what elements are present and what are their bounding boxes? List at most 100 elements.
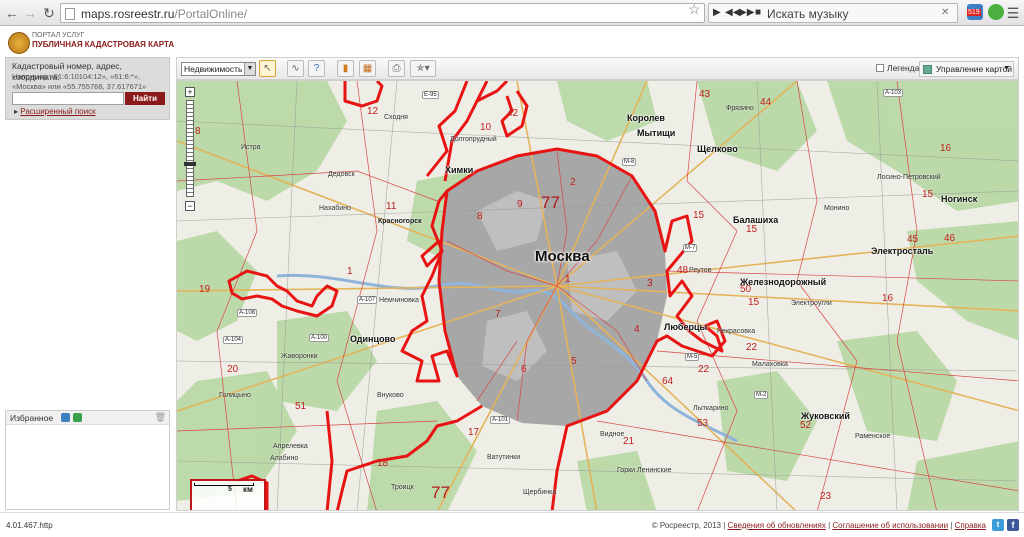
- city-label: Щелково: [697, 144, 738, 154]
- map-control-dropdown[interactable]: Управление картой ▼: [919, 61, 1014, 77]
- town-label: Ватутинки: [487, 454, 521, 461]
- region-number: 5: [571, 356, 577, 367]
- region-number: 11: [386, 201, 397, 212]
- advanced-search-link[interactable]: ▸ Расширенный поиск: [14, 107, 96, 116]
- updates-link[interactable]: Сведения об обновлениях: [728, 521, 826, 530]
- find-button[interactable]: Найти: [125, 92, 165, 105]
- region-number: 20: [227, 364, 239, 375]
- town-label: Голицыно: [219, 392, 251, 399]
- info-icon[interactable]: ?: [308, 60, 325, 77]
- region-number: 23: [820, 491, 832, 502]
- region-number: 48: [677, 265, 689, 276]
- region-number: 12: [367, 106, 379, 117]
- city-label: Люберцы: [664, 322, 708, 332]
- town-label: Щербинка: [523, 489, 557, 496]
- building-icon[interactable]: ▦: [359, 60, 376, 77]
- zoom-slider-track[interactable]: [186, 100, 194, 197]
- twitter-icon[interactable]: t: [992, 519, 1004, 531]
- zoom-control[interactable]: + −: [184, 87, 197, 212]
- zoom-out-button[interactable]: −: [185, 201, 195, 211]
- portal-label: ПОРТАЛ УСЛУГ: [32, 32, 85, 39]
- left-panel: Кадастровый номер, адрес, координата: На…: [5, 57, 170, 512]
- region-number: 15: [746, 224, 758, 235]
- fast-forward-icon[interactable]: ▶▶: [739, 7, 754, 18]
- town-label: Сходня: [384, 114, 408, 121]
- highway-label: M-7: [683, 244, 698, 252]
- page-title[interactable]: ПУБЛИЧНАЯ КАДАСТРОВАЯ КАРТА: [32, 40, 174, 49]
- select-tool-icon[interactable]: ↖: [259, 60, 276, 77]
- facebook-icon[interactable]: f: [1007, 519, 1019, 531]
- town-label: Истра: [241, 144, 261, 151]
- agreement-link[interactable]: Соглашение об использовании: [832, 521, 948, 530]
- layer-select[interactable]: Недвижимость ▼: [181, 62, 256, 76]
- highway-label: E-95: [422, 91, 439, 99]
- measure-icon[interactable]: ∿: [287, 60, 304, 77]
- region-number: 9: [517, 199, 523, 210]
- city-label: Электросталь: [871, 246, 934, 256]
- legend-toggle[interactable]: Легенда: [876, 63, 919, 73]
- zoom-slider-knob[interactable]: [184, 162, 196, 166]
- zoom-in-button[interactable]: +: [185, 87, 195, 97]
- chevron-down-icon[interactable]: ▼: [1003, 62, 1010, 76]
- trash-icon[interactable]: 🗑: [155, 412, 166, 423]
- region-number: 64: [662, 376, 674, 387]
- region-number: 15: [693, 210, 705, 221]
- city-label: Мытищи: [637, 128, 676, 138]
- region-number: 10: [480, 122, 492, 133]
- town-label: Жаворонки: [281, 353, 318, 360]
- url-domain: maps.rosreestr.ru: [81, 7, 175, 21]
- chevron-down-icon[interactable]: ▼: [244, 63, 255, 75]
- highway-label: A-101: [490, 416, 511, 424]
- speaker-icon[interactable]: ■: [755, 7, 761, 18]
- highway-label: M-8: [622, 158, 637, 166]
- legend-checkbox[interactable]: [876, 64, 884, 72]
- help-link[interactable]: Справка: [955, 521, 986, 530]
- region-number: 53: [697, 418, 709, 429]
- bookmark-star-icon[interactable]: ☆: [688, 1, 701, 18]
- print-icon[interactable]: ⎙: [388, 60, 405, 77]
- town-label: Апрелевка: [273, 443, 308, 450]
- map-label-77: 77: [541, 193, 560, 212]
- back-icon[interactable]: ←: [3, 4, 21, 22]
- address-bar[interactable]: maps.rosreestr.ru/PortalOnline/: [60, 3, 705, 23]
- chart-icon[interactable]: ▮: [337, 60, 354, 77]
- version-label: 4.01.467.http: [6, 521, 53, 530]
- region-number: 46: [944, 233, 956, 244]
- extension-badge-icon[interactable]: 519: [967, 4, 983, 20]
- favorites-add-icon[interactable]: [61, 413, 70, 422]
- favorites-header: Избранное 🗑: [6, 411, 169, 425]
- extension-icon[interactable]: [988, 4, 1004, 20]
- music-search-bar[interactable]: ▶ ◀◀ ▶▶ ■ Искать музыку ✕: [708, 3, 958, 23]
- highway-label: A-103: [883, 89, 904, 97]
- region-number: 8: [195, 126, 201, 137]
- highway-label: M-5: [685, 353, 700, 361]
- town-label: Алабино: [270, 455, 299, 462]
- reload-icon[interactable]: ↻: [40, 4, 58, 22]
- region-number: 3: [647, 278, 653, 289]
- map-label-77-south: 77: [431, 483, 450, 502]
- close-icon[interactable]: ✕: [941, 7, 949, 18]
- city-label: Железнодорожный: [740, 277, 827, 287]
- music-search-input[interactable]: Искать музыку: [767, 7, 849, 21]
- town-label: Электроугли: [791, 300, 832, 307]
- forward-icon[interactable]: →: [21, 4, 39, 22]
- city-label: Ногинск: [941, 194, 978, 204]
- region-number: 22: [746, 342, 758, 353]
- search-box: Кадастровый номер, адрес, координата: На…: [5, 57, 170, 120]
- favorites-export-icon[interactable]: [73, 413, 82, 422]
- region-number: 6: [521, 364, 527, 375]
- highway-label: A-104: [223, 336, 244, 344]
- menu-icon[interactable]: ☰: [1004, 4, 1022, 22]
- search-input[interactable]: [12, 92, 124, 105]
- emblem-logo[interactable]: [8, 32, 30, 54]
- page-footer: 4.01.467.http © Росреестр, 2013 | Сведен…: [0, 512, 1024, 537]
- play-icon[interactable]: ▶: [713, 7, 721, 18]
- cadastral-map[interactable]: + − Москва 77 77 Химки Королев Мытищи Ще…: [176, 80, 1019, 511]
- town-label: Монино: [824, 205, 850, 212]
- town-label: Нахабино: [319, 205, 351, 212]
- browser-toolbar: ← → ↻ maps.rosreestr.ru/PortalOnline/ ☆ …: [0, 0, 1024, 26]
- region-number: 2: [570, 177, 576, 188]
- tools-icon[interactable]: ✯▾: [410, 60, 436, 77]
- advanced-search-label[interactable]: Расширенный поиск: [20, 107, 95, 116]
- town-label: Горки Ленинские: [617, 467, 672, 474]
